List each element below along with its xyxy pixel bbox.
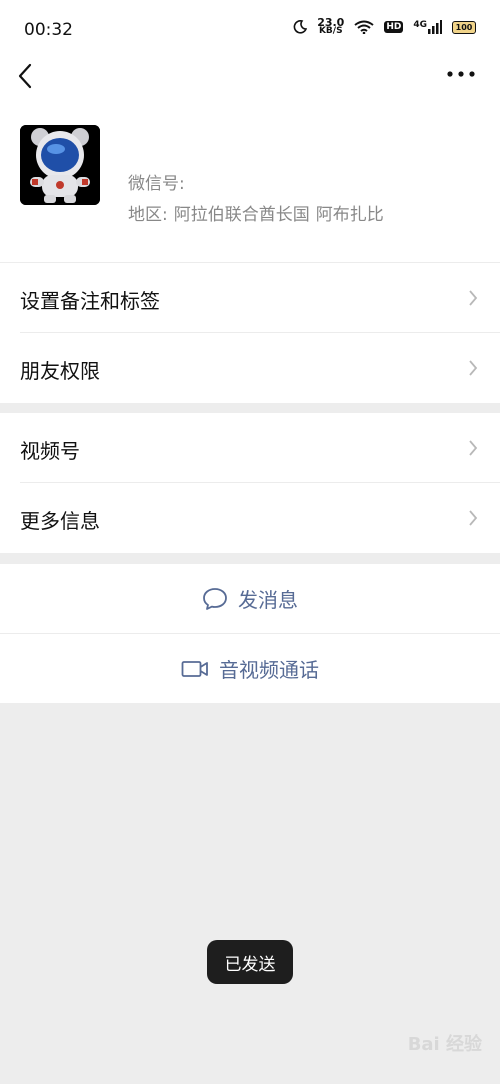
signal-icon: 4G	[413, 20, 442, 34]
wifi-icon	[354, 20, 374, 34]
region-label: 地区:	[128, 205, 168, 225]
back-icon[interactable]	[14, 62, 40, 90]
hd-icon: HD	[384, 21, 404, 33]
send-message-label: 发消息	[238, 588, 298, 612]
chevron-right-icon	[469, 440, 478, 456]
watermark-logo: Bai 经验	[407, 1034, 482, 1055]
menu-item-channels[interactable]: 视频号	[0, 413, 500, 483]
menu-item-label: 视频号	[20, 439, 80, 463]
status-bar: 00:32 23.0 KB/S HD 4G 100	[0, 0, 500, 60]
chevron-right-icon	[469, 360, 478, 376]
net-speed-unit: KB/S	[318, 26, 343, 36]
send-message-button[interactable]: 发消息	[0, 564, 500, 633]
menu-item-label: 更多信息	[20, 509, 100, 533]
status-icons: 23.0 KB/S HD 4G 100	[293, 17, 476, 36]
net-speed: 23.0 KB/S	[317, 17, 344, 36]
menu-item-more-info[interactable]: 更多信息	[0, 483, 500, 553]
menu-item-friend-permissions[interactable]: 朋友权限	[0, 333, 500, 403]
status-time: 00:32	[24, 20, 73, 40]
region-city: 阿布扎比	[315, 205, 384, 225]
profile-header: 微信号: 地区: 阿拉伯联合酋长国 阿布扎比	[0, 114, 500, 262]
avatar[interactable]	[20, 125, 100, 205]
chevron-right-icon	[469, 510, 478, 526]
moon-icon	[293, 20, 308, 34]
region-country: 阿拉伯联合酋长国	[173, 205, 310, 225]
chat-bubble-icon	[203, 587, 227, 610]
av-call-button[interactable]: 音视频通话	[0, 634, 500, 703]
top-nav-bar	[0, 60, 500, 114]
chevron-right-icon	[469, 290, 478, 306]
astronaut-bear-image	[20, 125, 100, 205]
more-options-icon[interactable]	[446, 68, 476, 80]
region-info: 地区: 阿拉伯联合酋长国 阿布扎比	[128, 200, 390, 225]
toast-message: 已发送	[207, 940, 293, 984]
battery-icon: 100	[452, 20, 476, 34]
network-type: 4G	[413, 20, 427, 30]
menu-item-label: 设置备注和标签	[20, 289, 160, 313]
video-camera-icon	[181, 660, 208, 677]
wechat-id-label: 微信号:	[128, 174, 185, 194]
av-call-label: 音视频通话	[219, 658, 319, 682]
menu-item-label: 朋友权限	[20, 359, 100, 383]
menu-item-remark-tags[interactable]: 设置备注和标签	[0, 263, 500, 333]
